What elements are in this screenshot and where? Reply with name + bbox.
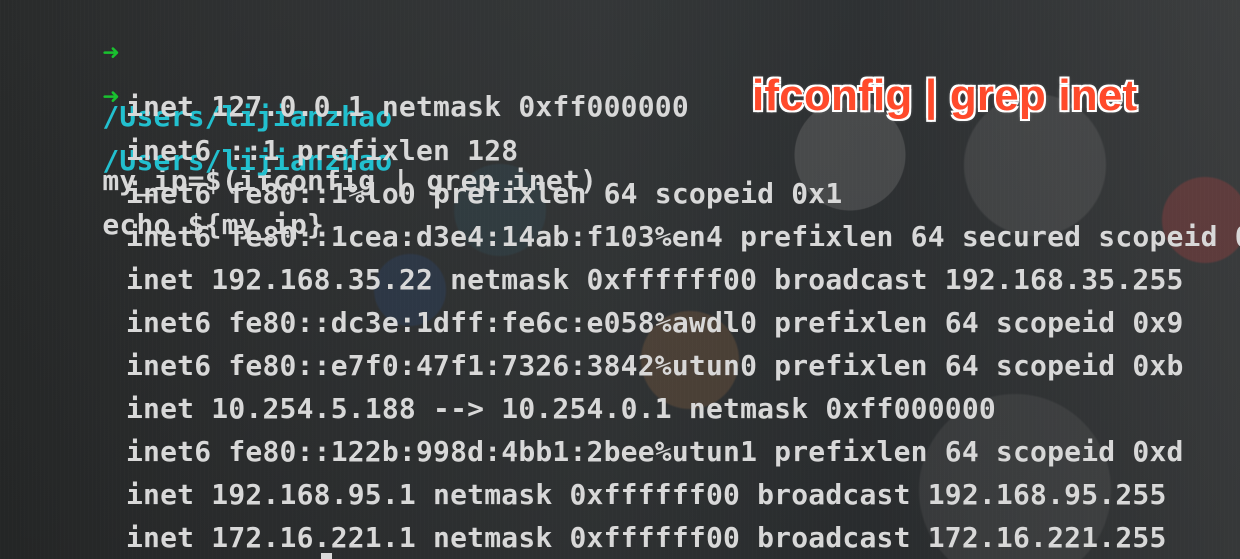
output-line: inet6 fe80::1cea:d3e4:14ab:f103%en4 pref… [126,220,1240,253]
output-line: inet 192.168.35.22 netmask 0xffffff00 br… [126,263,1184,296]
terminal-window: ➜ /Users/lijianzhao my_ip=$(ifconfig | g… [0,0,1240,559]
output-line: inet6 fe80::dc3e:1dff:fe6c:e058%awdl0 pr… [126,306,1184,339]
output-line: inet 127.0.0.1 netmask 0xff000000 [126,90,689,123]
output-line: inet 10.254.5.188 --> 10.254.0.1 netmask… [126,392,996,425]
annotation-label: ifconfig | grep inet [752,71,1138,120]
output-line: inet6 fe80::122b:998d:4bb1:2bee%utun1 pr… [126,435,1184,468]
output-line: inet6 ::1 prefixlen 128 [126,134,519,167]
terminal-content: ➜ /Users/lijianzhao my_ip=$(ifconfig | g… [0,0,1240,559]
prompt-arrow-icon: ➜ [102,80,120,113]
output-line: inet6 fe80::1%lo0 prefixlen 64 scopeid 0… [126,177,843,210]
terminal-cursor [321,553,332,559]
output-line: inet6 fe80::e7f0:47f1:7326:3842%utun0 pr… [126,349,1184,382]
output-line: inet 192.168.95.1 netmask 0xffffff00 bro… [126,478,1167,511]
output-line: inet 172.16.221.1 netmask 0xffffff00 bro… [126,521,1167,554]
